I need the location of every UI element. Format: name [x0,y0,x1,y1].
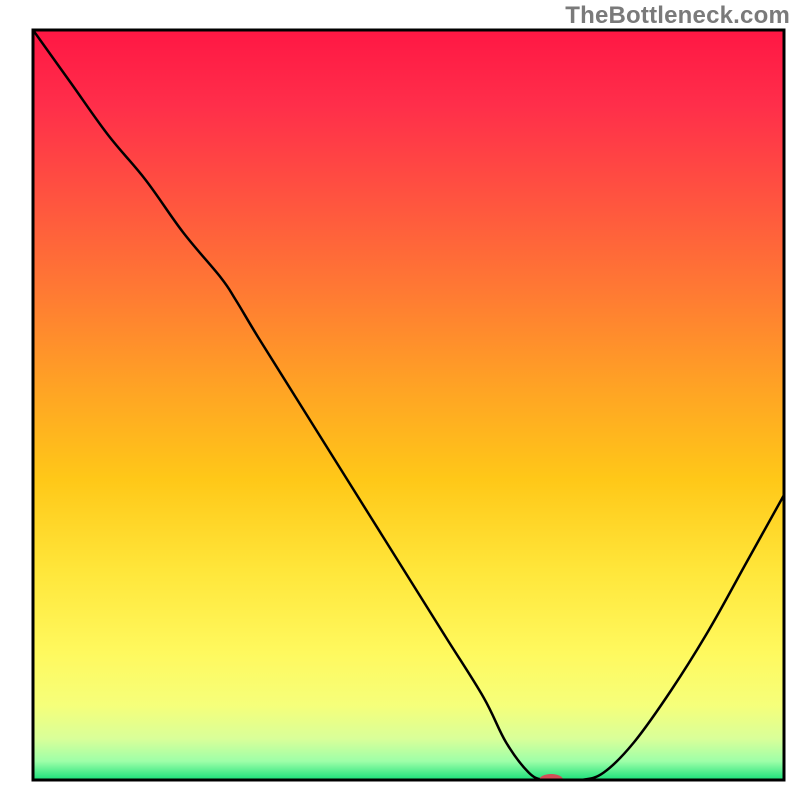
plot-background [33,30,784,780]
chart-svg [0,0,800,800]
bottleneck-chart: TheBottleneck.com [0,0,800,800]
watermark-text: TheBottleneck.com [565,2,790,30]
